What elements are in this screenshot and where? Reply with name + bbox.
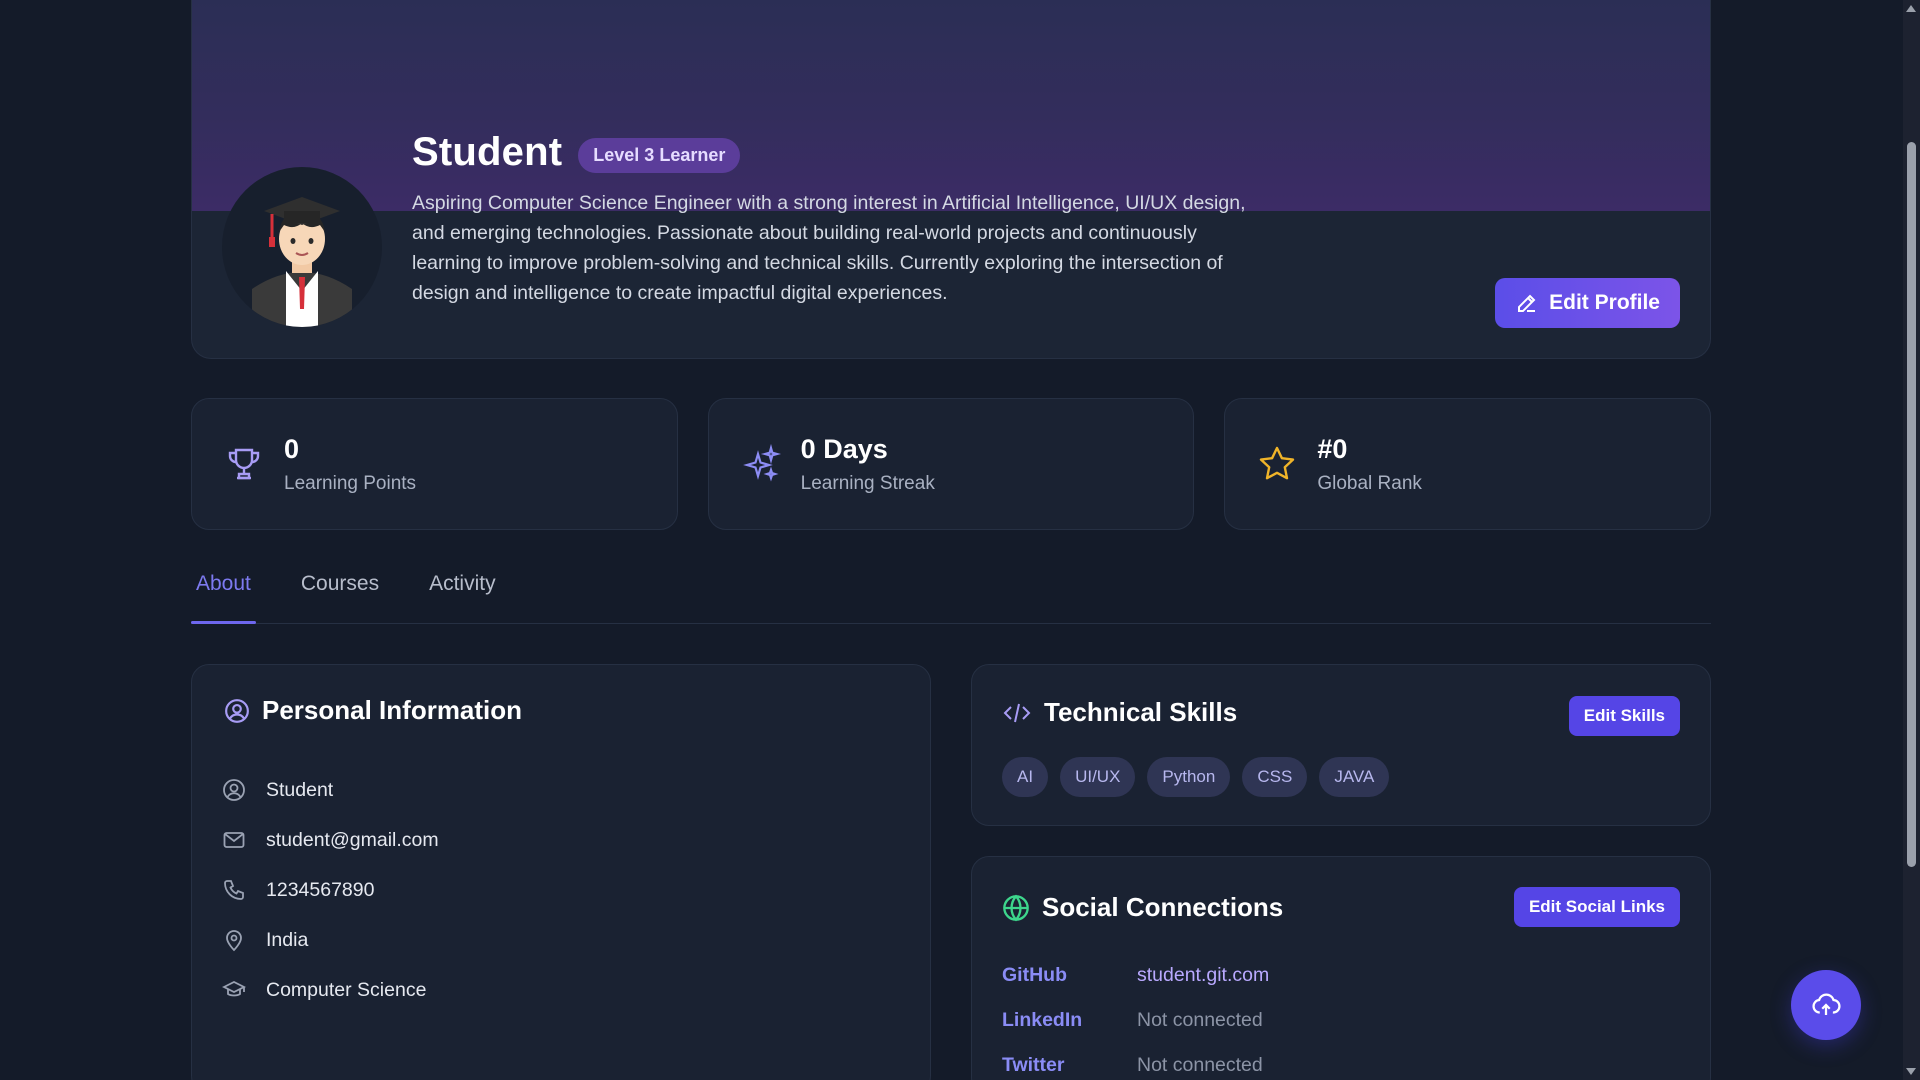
scroll-thumb[interactable]	[1907, 142, 1916, 867]
skill-tag: JAVA	[1319, 757, 1390, 797]
edit-social-links-button[interactable]: Edit Social Links	[1513, 887, 1680, 927]
stat-global-rank: #0 Global Rank	[1224, 398, 1712, 530]
info-name: Student	[222, 765, 439, 815]
skill-tags: AI UI/UX Python CSS JAVA	[1002, 757, 1390, 797]
graduate-avatar-icon	[252, 197, 352, 327]
info-email: student@gmail.com	[222, 815, 439, 865]
sparkles-icon	[742, 444, 781, 482]
upload-fab-button[interactable]	[1791, 970, 1861, 1040]
technical-skills-heading: Technical Skills	[1002, 697, 1237, 728]
tab-courses[interactable]: Courses	[296, 556, 384, 623]
stats-row: 0 Learning Points 0 Days Learning Streak…	[191, 398, 1712, 530]
graduation-cap-icon	[222, 980, 246, 997]
social-name: LinkedIn	[1002, 1009, 1083, 1031]
profile-tabs: About Courses Activity	[191, 556, 1711, 624]
info-value: Computer Science	[266, 978, 427, 1001]
cover-banner	[192, 0, 1710, 211]
mail-icon	[223, 832, 245, 848]
location-icon	[226, 930, 242, 952]
skill-tag: UI/UX	[1060, 757, 1136, 797]
trophy-icon	[228, 448, 260, 480]
info-value: 1234567890	[266, 878, 375, 901]
stat-label: Learning Points	[284, 472, 417, 494]
name-row: Student Level 3 Learner	[412, 130, 741, 175]
skill-tag: AI	[1002, 757, 1049, 797]
personal-information-title: Personal Information	[262, 695, 523, 725]
star-icon	[1260, 446, 1295, 480]
info-education: Computer Science	[222, 965, 439, 1015]
personal-info-list: Student student@gmail.com 1234567890 Ind…	[222, 765, 439, 1015]
stat-label: Learning Streak	[800, 472, 935, 494]
social-name: GitHub	[1002, 964, 1067, 986]
skill-tag: Python	[1147, 757, 1231, 797]
profile-header-card: Student Level 3 Learner Aspiring Compute…	[191, 0, 1711, 359]
social-name: Twitter	[1002, 1054, 1065, 1076]
stat-value: #0	[1317, 433, 1348, 464]
personal-information-card: Personal Information Student student@gma…	[191, 664, 931, 1080]
scroll-up-arrow[interactable]	[1906, 5, 1916, 12]
social-row-twitter: Twitter Not connected	[1002, 1043, 1269, 1080]
avatar	[222, 167, 382, 327]
phone-icon	[224, 880, 244, 900]
social-links-list: GitHub student.git.com LinkedIn Not conn…	[1002, 953, 1269, 1080]
level-badge: Level 3 Learner	[578, 138, 741, 173]
technical-skills-card: Technical Skills Edit Skills AI UI/UX Py…	[971, 664, 1711, 826]
profile-name: Student	[412, 130, 563, 174]
user-circle-icon	[225, 698, 249, 723]
skill-tag: CSS	[1242, 757, 1308, 797]
profile-page: Student Level 3 Learner Aspiring Compute…	[191, 0, 1712, 1080]
edit-skills-button[interactable]: Edit Skills	[1568, 696, 1680, 736]
technical-skills-title: Technical Skills	[1044, 697, 1238, 727]
edit-profile-label: Edit Profile	[1549, 291, 1660, 314]
code-icon	[1003, 703, 1031, 722]
stat-label: Global Rank	[1317, 472, 1422, 494]
stat-learning-points: 0 Learning Points	[191, 398, 678, 530]
social-row-linkedin: LinkedIn Not connected	[1002, 998, 1269, 1043]
edit-profile-button[interactable]: Edit Profile	[1495, 278, 1680, 328]
profile-bio: Aspiring Computer Science Engineer with …	[412, 192, 1246, 304]
social-connections-card: Social Connections Edit Social Links Git…	[971, 856, 1711, 1080]
tab-activity[interactable]: Activity	[424, 556, 501, 623]
info-value: India	[266, 928, 309, 951]
info-location: India	[222, 915, 439, 965]
scroll-down-arrow[interactable]	[1906, 1068, 1916, 1075]
edit-icon	[1518, 294, 1536, 312]
info-value: Student	[266, 778, 334, 801]
social-value: Not connected	[1137, 1054, 1263, 1076]
social-row-github: GitHub student.git.com	[1002, 953, 1269, 998]
social-connections-title: Social Connections	[1042, 892, 1284, 922]
tab-about[interactable]: About	[191, 556, 256, 624]
user-icon	[223, 779, 245, 801]
stat-learning-streak: 0 Days Learning Streak	[707, 398, 1195, 530]
cloud-upload-icon	[1812, 993, 1841, 1015]
globe-icon	[1003, 894, 1029, 921]
social-connections-heading: Social Connections	[1002, 892, 1283, 923]
social-link-github[interactable]: student.git.com	[1137, 964, 1269, 987]
personal-information-heading: Personal Information	[224, 695, 522, 726]
info-phone: 1234567890	[222, 865, 439, 915]
stat-value: 0 Days	[800, 433, 888, 464]
scrollbar[interactable]	[1903, 0, 1920, 1080]
social-value: Not connected	[1137, 1009, 1263, 1031]
info-value: student@gmail.com	[266, 828, 439, 851]
stat-value: 0	[284, 433, 300, 464]
